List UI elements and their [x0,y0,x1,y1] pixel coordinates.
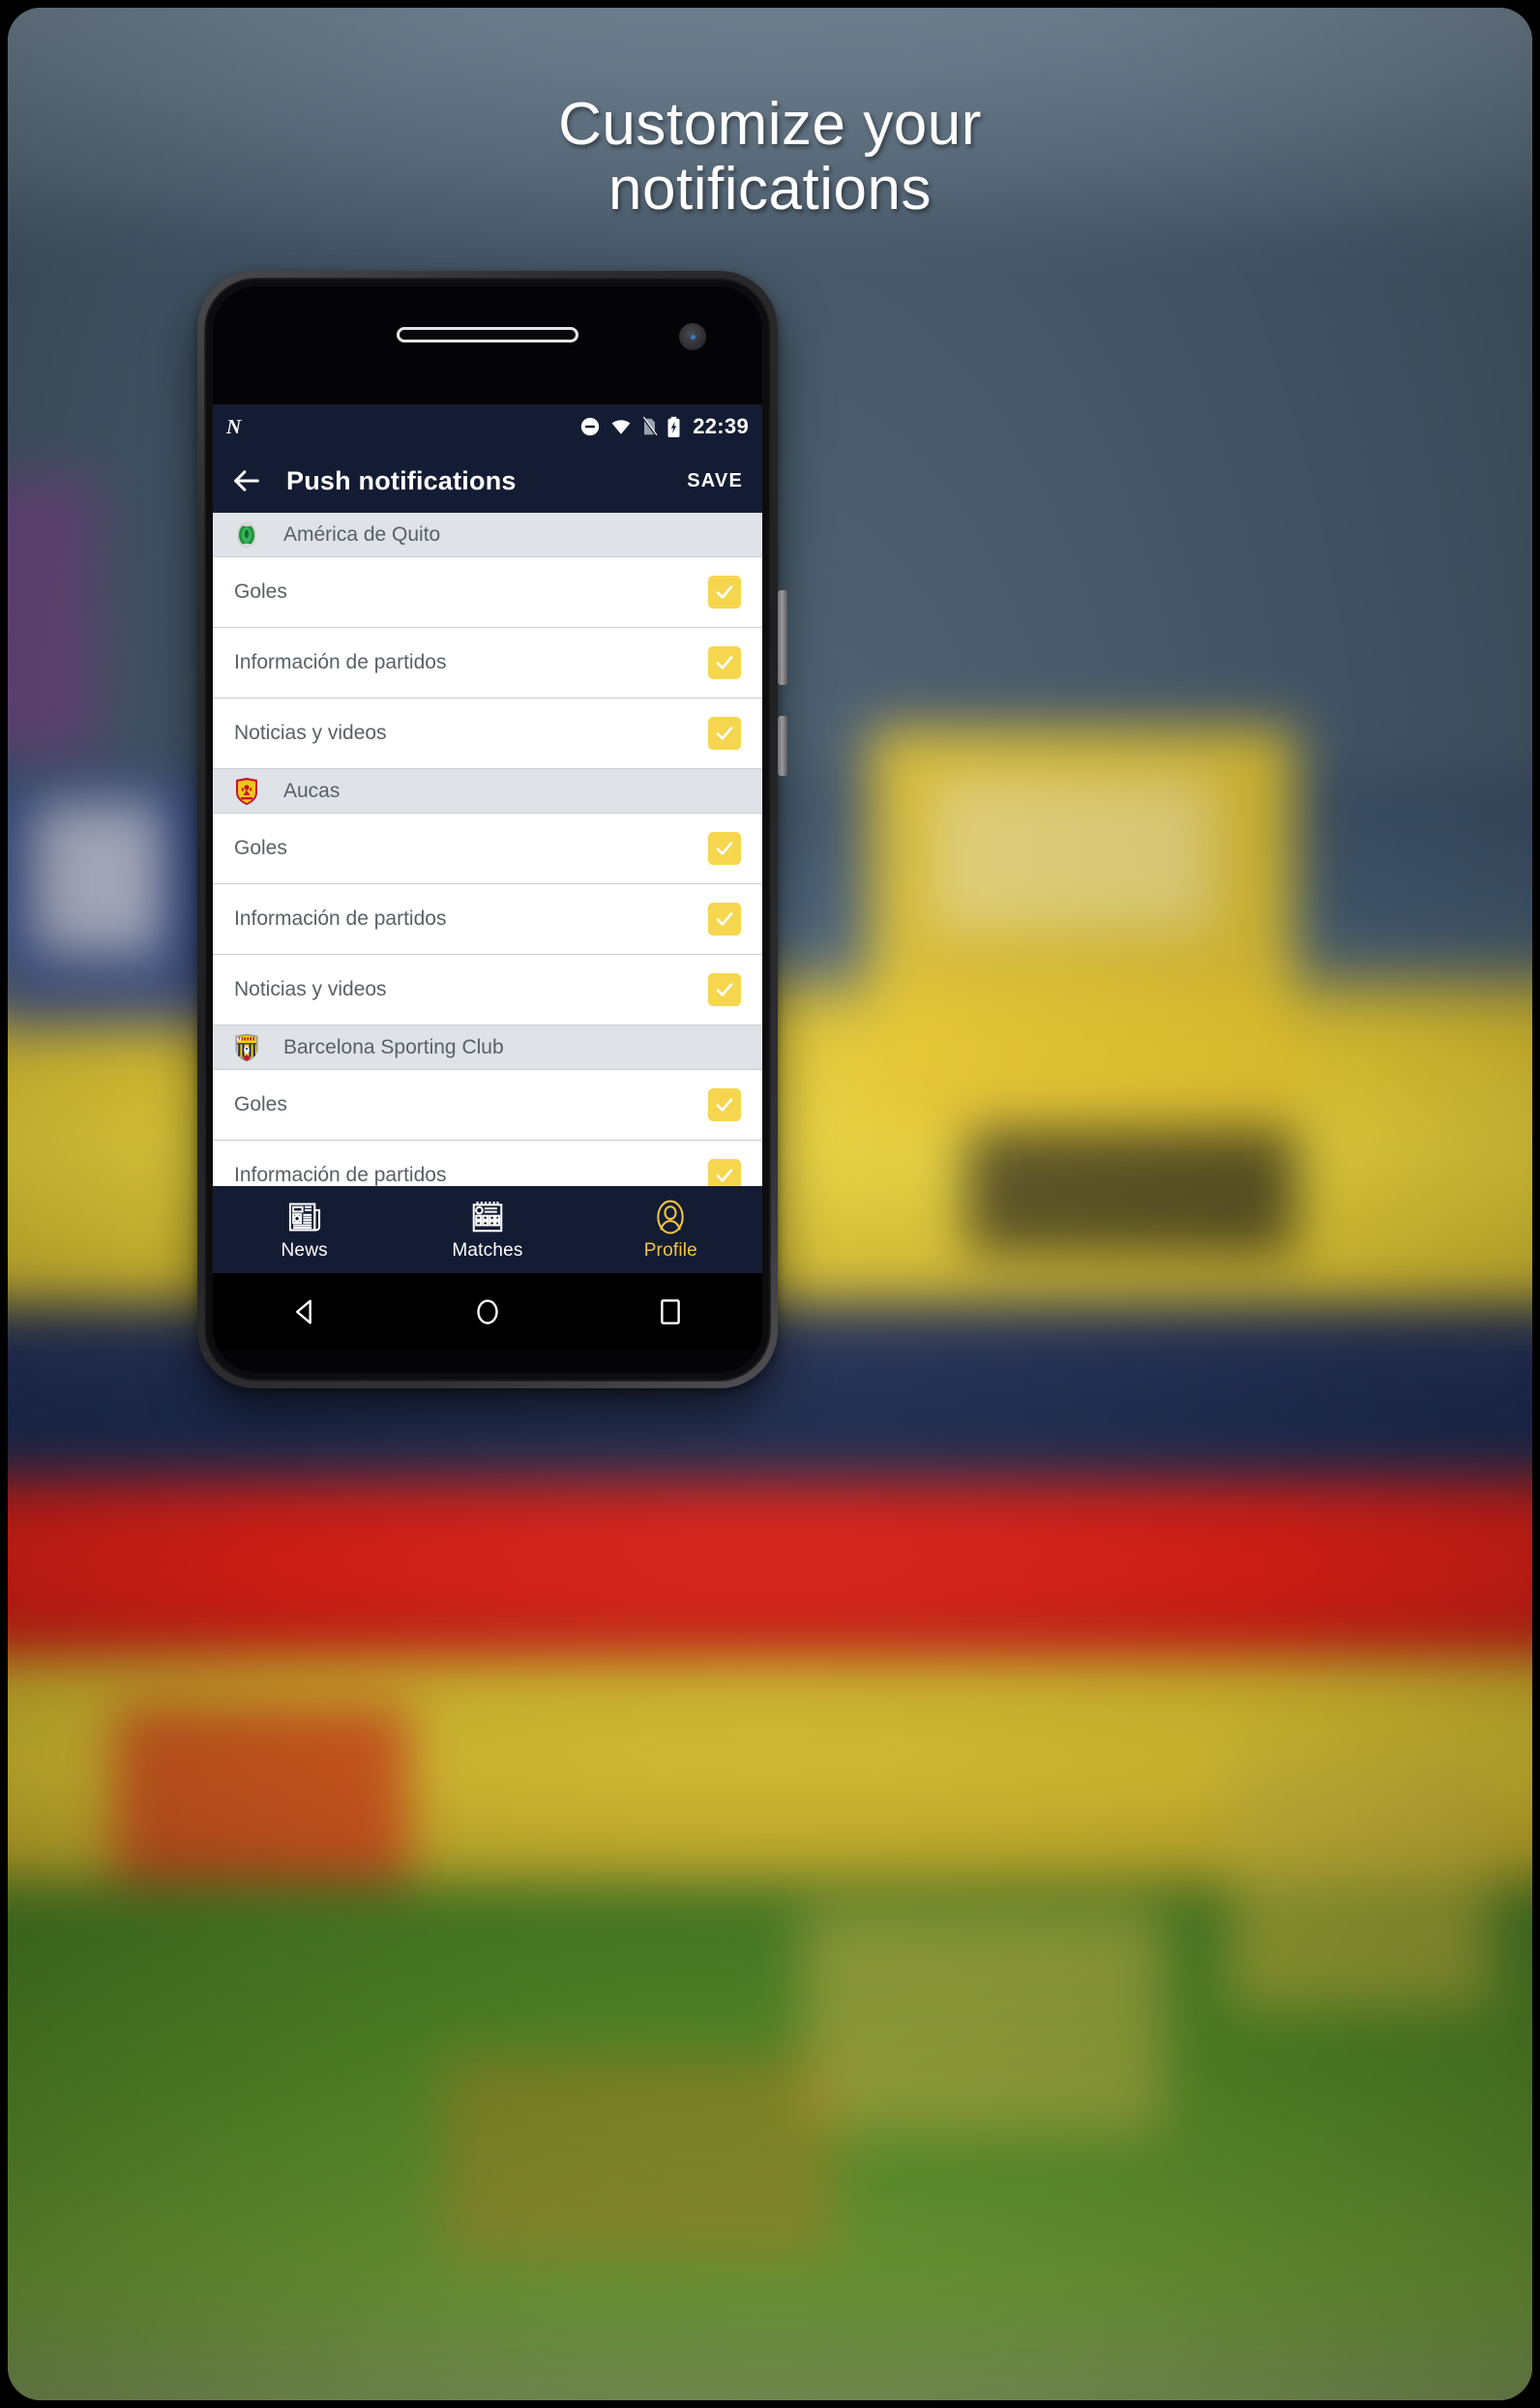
notification-row[interactable]: Goles [213,814,762,884]
bottom-nav-item-profile[interactable]: Profile [579,1186,762,1273]
power-button[interactable] [778,590,787,685]
newspaper-icon [288,1203,320,1231]
team-name: Barcelona Sporting Club [283,1035,504,1058]
promo-background: Customize your notifications N 22:39 Pus… [8,8,1532,2400]
page-title: Push notifications [286,465,517,495]
notification-checkbox[interactable] [708,973,741,1006]
volume-button[interactable] [778,716,787,776]
person-icon [657,1200,685,1234]
notification-row[interactable]: Goles [213,1070,762,1141]
phone-mockup: N 22:39 Push notifications SAVE América … [197,271,787,1388]
headline-line-2: notifications [608,155,932,223]
notification-row[interactable]: Goles [213,557,762,628]
team-name: América de Quito [283,522,441,546]
notification-row[interactable]: Noticias y videos [213,699,762,769]
status-bar-right: 22:39 [579,414,749,439]
bottom-nav-label: News [281,1239,328,1261]
bottom-nav-label: Matches [452,1239,523,1261]
camera-lens-dot [690,334,696,340]
front-camera [679,323,706,350]
status-bar-clock: 22:39 [693,414,749,438]
screenshot-root: Customize your notifications N 22:39 Pus… [0,0,1540,2408]
notification-row-label: Goles [234,1093,287,1115]
notification-checkbox[interactable] [708,1159,741,1186]
notification-row[interactable]: Noticias y videos [213,955,762,1026]
team-section-header: América de Quito [213,513,762,557]
system-back-button[interactable] [213,1295,396,1328]
phone-screen: N 22:39 Push notifications SAVE América … [213,404,762,1273]
notification-checkbox[interactable] [708,832,741,865]
system-back-icon [295,1299,311,1324]
headline-line-1: Customize your [558,91,982,158]
android-n-logo-icon: N [226,414,241,438]
notification-row[interactable]: Información de partidos [213,1141,762,1186]
save-button[interactable]: SAVE [685,464,745,498]
battery-charging-icon [667,416,680,437]
notification-row-label: Información de partidos [234,1164,447,1186]
phone-face: N 22:39 Push notifications SAVE América … [213,286,762,1373]
back-arrow-icon[interactable] [230,464,263,497]
notification-checkbox[interactable] [708,717,741,750]
aucas-crest [236,777,257,805]
notification-row-label: Información de partidos [234,651,447,673]
team-name: Aucas [283,779,341,802]
notification-row[interactable]: Información de partidos [213,628,762,699]
system-home-icon [477,1299,498,1324]
notification-row-label: Goles [234,837,287,859]
bottom-nav-label: Profile [643,1239,697,1261]
system-home-button[interactable] [396,1295,578,1328]
notification-row-label: Noticias y videos [234,722,387,744]
system-recents-icon [661,1299,681,1324]
notification-checkbox[interactable] [708,646,741,679]
notification-row-label: Goles [234,580,287,603]
bottom-navigation-bar: News Matches Profile [213,1186,762,1273]
bottom-nav-item-matches[interactable]: Matches [396,1186,578,1273]
calendar-icon [472,1201,503,1232]
system-recents-button[interactable] [579,1296,762,1327]
notification-row[interactable]: Información de partidos [213,884,762,955]
status-bar-left: N [226,414,241,438]
barcelona-sporting-club-crest [235,1033,258,1061]
bottom-nav-item-news[interactable]: News [213,1186,396,1273]
android-system-nav-bar [213,1273,762,1351]
team-section-header: Aucas [213,769,762,814]
notification-checkbox[interactable] [708,576,741,609]
notification-row-label: Noticias y videos [234,978,387,1000]
wifi-icon [611,420,631,434]
notification-checkbox[interactable] [708,903,741,936]
do-not-disturb-icon [581,417,600,436]
team-section-header: Barcelona Sporting Club [213,1026,762,1070]
notification-checkbox[interactable] [708,1088,741,1121]
app-bar: Push notifications SAVE [213,449,762,513]
status-bar: N 22:39 [213,404,762,449]
promo-headline: Customize your notifications [8,91,1532,223]
no-sim-icon [641,416,658,436]
notification-row-label: Información de partidos [234,907,447,930]
phone-inner-bezel: N 22:39 Push notifications SAVE América … [204,278,771,1382]
notification-settings-list[interactable]: América de Quito Goles Información de part… [213,513,762,1186]
earpiece-speaker [397,327,578,342]
america-de-quito-crest [237,521,256,548]
